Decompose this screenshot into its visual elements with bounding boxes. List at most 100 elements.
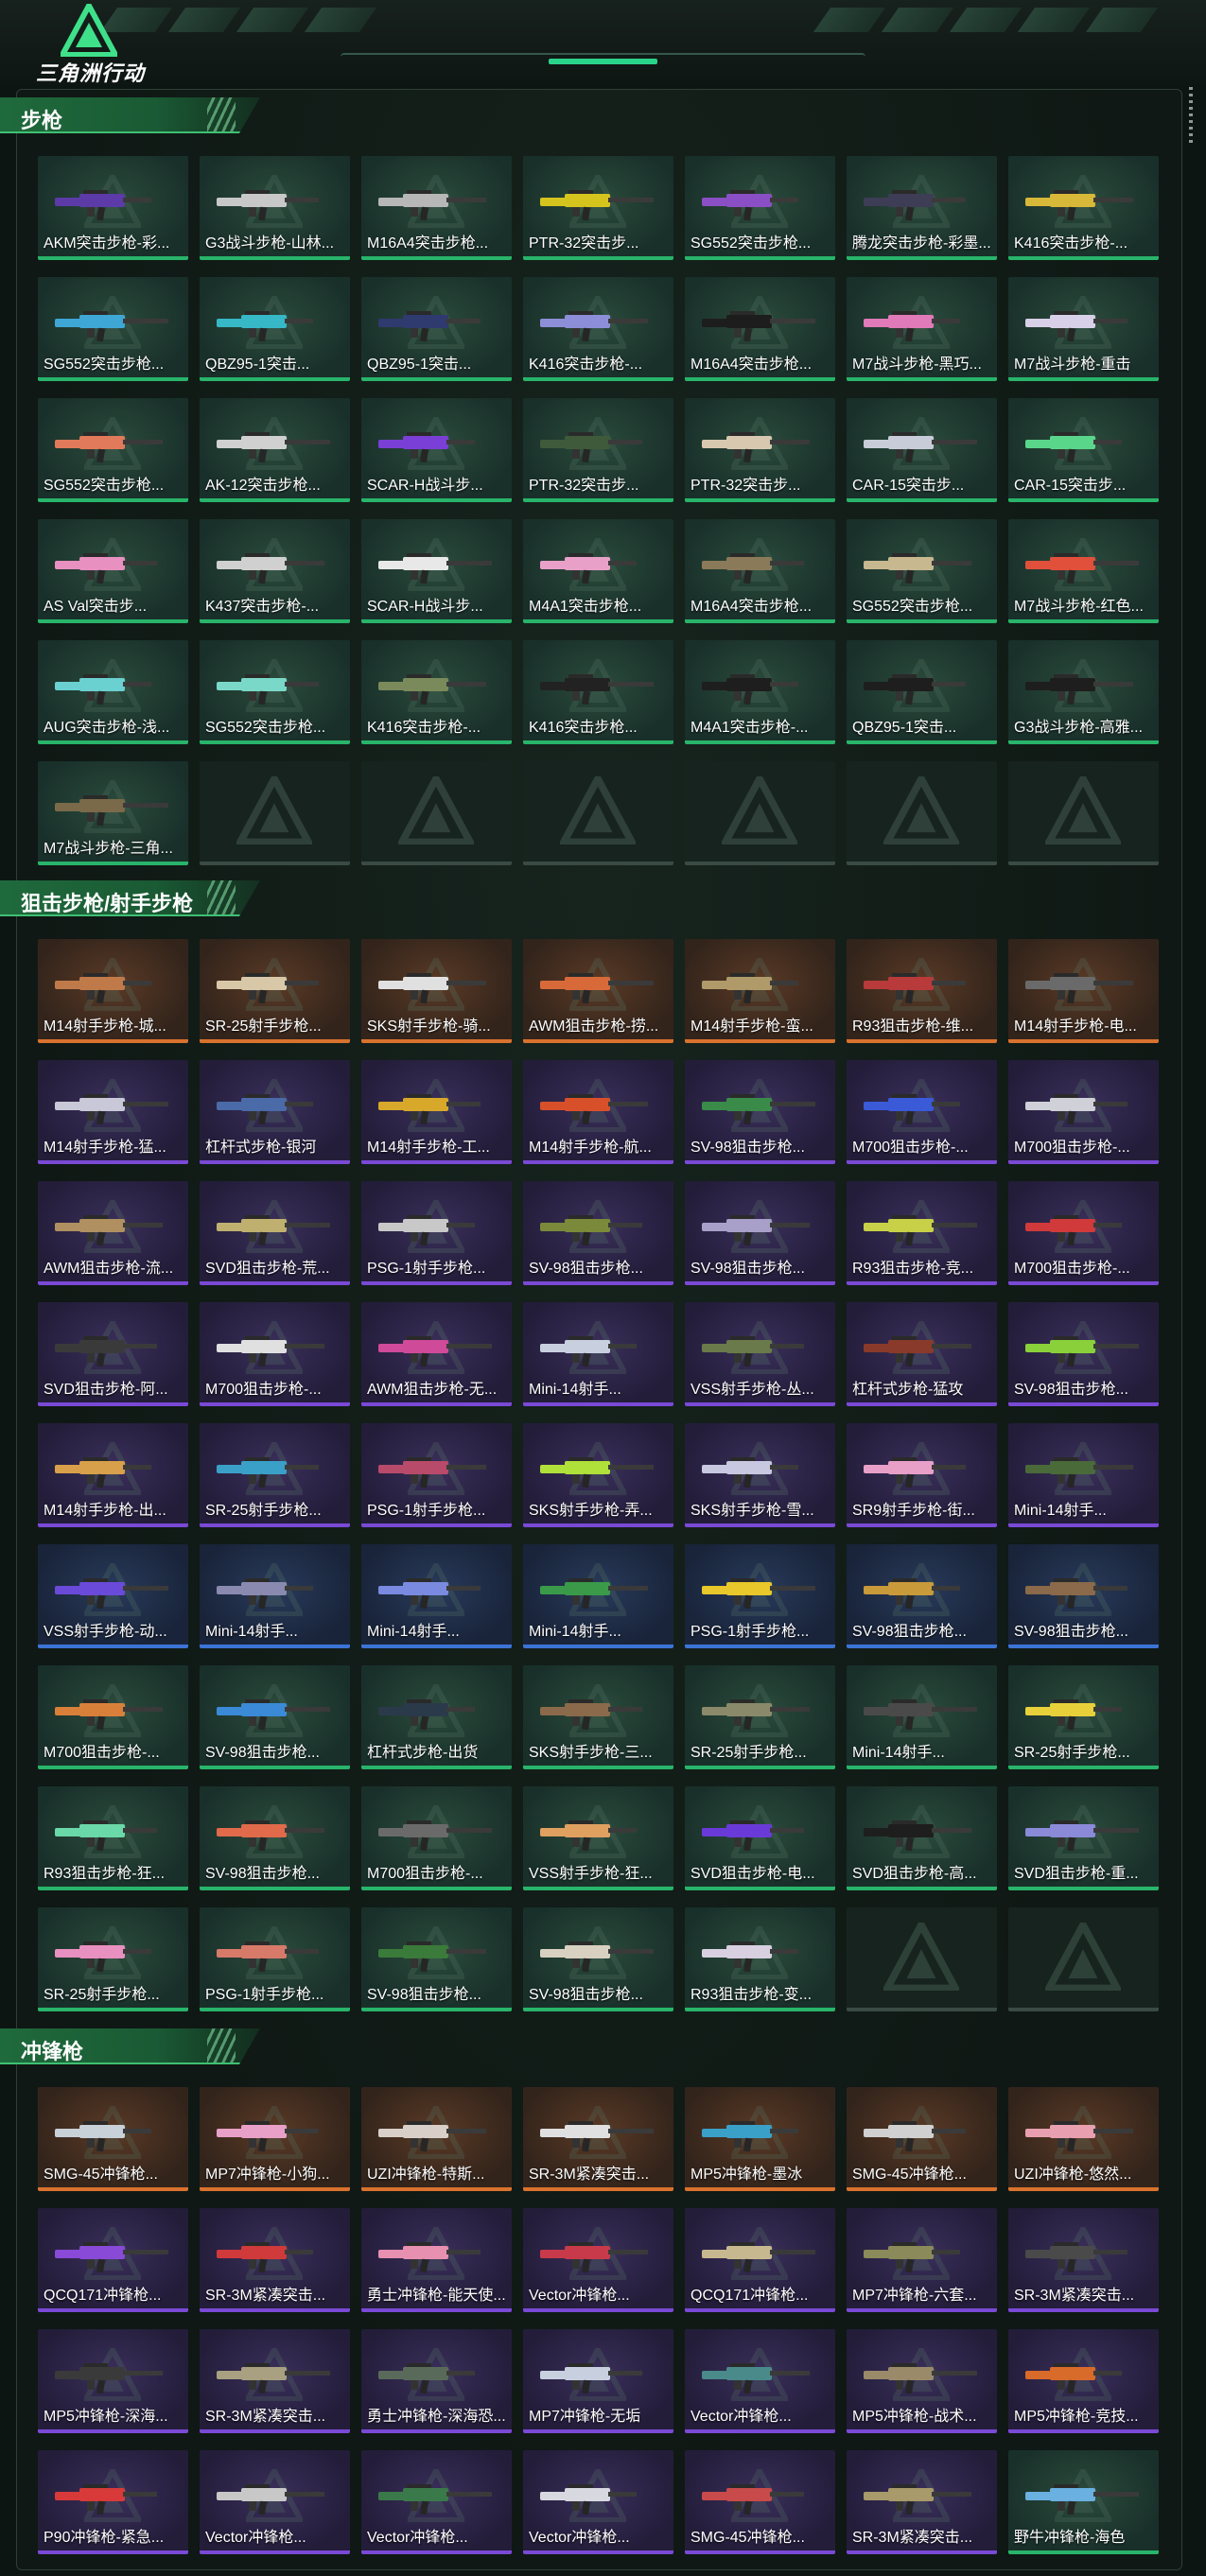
weapon-card[interactable]: Vector冲锋枪...	[523, 2450, 673, 2554]
weapon-card[interactable]: PTR-32突击步...	[523, 398, 673, 502]
weapon-card[interactable]: SKS射手步枪-三...	[523, 1665, 673, 1769]
weapon-card[interactable]: QBZ95-1突击...	[200, 277, 350, 381]
weapon-card[interactable]: SG552突击步枪...	[847, 519, 997, 623]
weapon-card[interactable]: SV-98狙击步枪...	[200, 1786, 350, 1890]
weapon-card[interactable]: Vector冲锋枪...	[200, 2450, 350, 2554]
weapon-card[interactable]: SMG-45冲锋枪...	[38, 2087, 188, 2191]
weapon-card[interactable]: MP7冲锋枪-小狗...	[200, 2087, 350, 2191]
weapon-card[interactable]: SG552突击步枪...	[200, 640, 350, 744]
weapon-card[interactable]: SR9射手步枪-街...	[847, 1423, 997, 1527]
weapon-card[interactable]: M7战斗步枪-重击	[1008, 277, 1159, 381]
weapon-card[interactable]: SCAR-H战斗步...	[361, 398, 512, 502]
weapon-card[interactable]: MP5冲锋枪-战术...	[847, 2329, 997, 2433]
weapon-card[interactable]: PSG-1射手步枪...	[361, 1181, 512, 1285]
weapon-card[interactable]: SMG-45冲锋枪...	[685, 2450, 835, 2554]
weapon-card[interactable]: Mini-14射手...	[1008, 1423, 1159, 1527]
weapon-card[interactable]: CAR-15突击步...	[847, 398, 997, 502]
weapon-card[interactable]: K437突击步枪-...	[200, 519, 350, 623]
weapon-card[interactable]: M14射手步枪-蛮...	[685, 939, 835, 1043]
weapon-card[interactable]: 杠杆式步枪-猛攻	[847, 1302, 997, 1406]
weapon-card[interactable]: Vector冲锋枪...	[361, 2450, 512, 2554]
weapon-card[interactable]: M700狙击步枪-...	[361, 1786, 512, 1890]
weapon-card[interactable]: SVD狙击步枪-高...	[847, 1786, 997, 1890]
weapon-card[interactable]: M7战斗步枪-黑巧...	[847, 277, 997, 381]
weapon-card[interactable]: M7战斗步枪-红色...	[1008, 519, 1159, 623]
weapon-card[interactable]: SG552突击步枪...	[685, 156, 835, 260]
weapon-card[interactable]: M14射手步枪-城...	[38, 939, 188, 1043]
weapon-card[interactable]: UZI冲锋枪-特斯...	[361, 2087, 512, 2191]
weapon-card[interactable]: SR-25射手步枪...	[200, 1423, 350, 1527]
weapon-card[interactable]: AKM突击步枪-彩...	[38, 156, 188, 260]
weapon-card[interactable]: K416突击步枪-...	[523, 277, 673, 381]
weapon-card[interactable]: R93狙击步枪-竞...	[847, 1181, 997, 1285]
weapon-card[interactable]: PSG-1射手步枪...	[685, 1544, 835, 1648]
weapon-card[interactable]: Mini-14射手...	[361, 1544, 512, 1648]
weapon-card[interactable]: SKS射手步枪-弄...	[523, 1423, 673, 1527]
weapon-card[interactable]: QBZ95-1突击...	[361, 277, 512, 381]
weapon-card[interactable]: VSS射手步枪-动...	[38, 1544, 188, 1648]
weapon-card[interactable]: M700狙击步枪-...	[1008, 1060, 1159, 1164]
weapon-card[interactable]: SV-98狙击步枪...	[847, 1544, 997, 1648]
weapon-card[interactable]: K416突击步枪...	[523, 640, 673, 744]
weapon-card[interactable]: SVD狙击步枪-荒...	[200, 1181, 350, 1285]
weapon-card[interactable]: PSG-1射手步枪...	[361, 1423, 512, 1527]
weapon-card[interactable]: SVD狙击步枪-电...	[685, 1786, 835, 1890]
weapon-card[interactable]: M4A1突击步枪...	[523, 519, 673, 623]
weapon-card[interactable]: R93狙击步枪-变...	[685, 1907, 835, 2011]
weapon-card[interactable]: SMG-45冲锋枪...	[847, 2087, 997, 2191]
weapon-card[interactable]: 勇士冲锋枪-能天使...	[361, 2208, 512, 2312]
weapon-card[interactable]: AK-12突击步枪...	[200, 398, 350, 502]
weapon-card[interactable]: SG552突击步枪...	[38, 277, 188, 381]
weapon-card[interactable]: Mini-14射手...	[200, 1544, 350, 1648]
weapon-card[interactable]: AWM狙击步枪-流...	[38, 1181, 188, 1285]
weapon-card[interactable]: SG552突击步枪...	[38, 398, 188, 502]
weapon-card[interactable]: SVD狙击步枪-阿...	[38, 1302, 188, 1406]
weapon-card[interactable]: G3战斗步枪-高雅...	[1008, 640, 1159, 744]
weapon-card[interactable]: MP5冲锋枪-竞技...	[1008, 2329, 1159, 2433]
weapon-card[interactable]: M14射手步枪-电...	[1008, 939, 1159, 1043]
weapon-card[interactable]: M14射手步枪-猛...	[38, 1060, 188, 1164]
weapon-card[interactable]: SV-98狙击步枪...	[685, 1060, 835, 1164]
weapon-card[interactable]: 杠杆式步枪-银河	[200, 1060, 350, 1164]
weapon-card[interactable]: QCQ171冲锋枪...	[38, 2208, 188, 2312]
weapon-card[interactable]: M16A4突击步枪...	[685, 277, 835, 381]
weapon-card[interactable]: K416突击步枪-...	[1008, 156, 1159, 260]
weapon-card[interactable]: SVD狙击步枪-重...	[1008, 1786, 1159, 1890]
weapon-card[interactable]: Vector冲锋枪...	[685, 2329, 835, 2433]
weapon-card[interactable]: SV-98狙击步枪...	[1008, 1302, 1159, 1406]
weapon-card[interactable]: UZI冲锋枪-悠然...	[1008, 2087, 1159, 2191]
weapon-card[interactable]: M14射手步枪-工...	[361, 1060, 512, 1164]
weapon-card[interactable]: MP7冲锋枪-无垢	[523, 2329, 673, 2433]
weapon-card[interactable]: Mini-14射手...	[523, 1302, 673, 1406]
weapon-card[interactable]: PSG-1射手步枪...	[200, 1907, 350, 2011]
weapon-card[interactable]: AUG突击步枪-浅...	[38, 640, 188, 744]
weapon-card[interactable]: SR-25射手步枪...	[200, 939, 350, 1043]
weapon-card[interactable]: SR-3M紧凑突击...	[523, 2087, 673, 2191]
weapon-card[interactable]: SR-25射手步枪...	[685, 1665, 835, 1769]
weapon-card[interactable]: SR-3M紧凑突击...	[200, 2208, 350, 2312]
weapon-card[interactable]: Vector冲锋枪...	[523, 2208, 673, 2312]
weapon-card[interactable]: Mini-14射手...	[847, 1665, 997, 1769]
weapon-card[interactable]: M16A4突击步枪...	[685, 519, 835, 623]
weapon-card[interactable]: M700狙击步枪-...	[200, 1302, 350, 1406]
weapon-card[interactable]: 勇士冲锋枪-深海恐...	[361, 2329, 512, 2433]
weapon-card[interactable]: SV-98狙击步枪...	[361, 1907, 512, 2011]
weapon-card[interactable]: SV-98狙击步枪...	[1008, 1544, 1159, 1648]
weapon-card[interactable]: R93狙击步枪-狂...	[38, 1786, 188, 1890]
weapon-card[interactable]: SR-3M紧凑突击...	[847, 2450, 997, 2554]
weapon-card[interactable]: R93狙击步枪-维...	[847, 939, 997, 1043]
weapon-card[interactable]: M7战斗步枪-三角...	[38, 761, 188, 865]
weapon-card[interactable]: M14射手步枪-航...	[523, 1060, 673, 1164]
weapon-card[interactable]: PTR-32突击步...	[523, 156, 673, 260]
weapon-card[interactable]: M700狙击步枪-...	[847, 1060, 997, 1164]
weapon-card[interactable]: P90冲锋枪-紧急...	[38, 2450, 188, 2554]
weapon-card[interactable]: CAR-15突击步...	[1008, 398, 1159, 502]
weapon-card[interactable]: SR-25射手步枪...	[1008, 1665, 1159, 1769]
weapon-card[interactable]: SR-25射手步枪...	[38, 1907, 188, 2011]
weapon-card[interactable]: M14射手步枪-出...	[38, 1423, 188, 1527]
weapon-card[interactable]: QBZ95-1突击...	[847, 640, 997, 744]
weapon-card[interactable]: 杠杆式步枪-出货	[361, 1665, 512, 1769]
scrollbar[interactable]	[1189, 87, 1193, 144]
weapon-card[interactable]: SV-98狙击步枪...	[523, 1181, 673, 1285]
weapon-card[interactable]: SKS射手步枪-雪...	[685, 1423, 835, 1527]
